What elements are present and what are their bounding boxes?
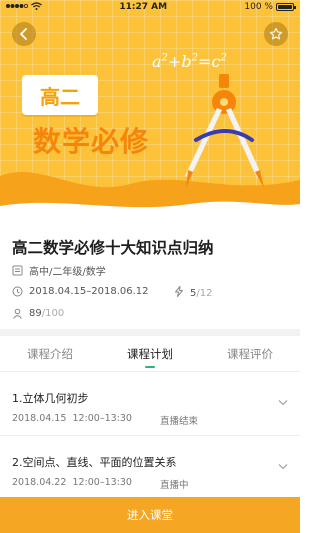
lesson-item[interactable]: 2.空间点、直线、平面的位置关系 2018.04.22 12:00–13:30 …: [0, 437, 300, 500]
lesson-title: 1.立体几何初步: [12, 392, 89, 405]
signal-icon: [6, 2, 28, 12]
lesson-status: 直播中: [160, 480, 189, 491]
chevron-left-icon: [20, 28, 27, 40]
lesson-progress: 5/12: [174, 286, 212, 300]
grade-tag: 高二: [22, 75, 98, 115]
lesson-status: 直播结束: [160, 416, 199, 427]
date-range: 2018.04.15–2018.06.12: [29, 286, 149, 297]
lightning-icon: [174, 286, 184, 300]
lessons-total: /12: [196, 287, 213, 299]
course-tabs: 课程介绍 课程计划 课程评价: [0, 336, 300, 372]
status-bar: 11:27 AM 100 %: [0, 0, 300, 14]
battery-icon: [275, 3, 296, 11]
lesson-time: 12:00–13:30: [72, 477, 132, 488]
lesson-title: 2.空间点、直线、平面的位置关系: [12, 456, 177, 469]
lesson-datetime: 2018.04.15 12:00–13:30: [12, 413, 132, 424]
schedule-row: 2018.04.15–2018.06.12: [12, 286, 149, 297]
person-icon: [12, 308, 23, 319]
chevron-down-icon[interactable]: [278, 399, 288, 406]
enrolled-count: 89: [29, 308, 42, 319]
tab-intro[interactable]: 课程介绍: [0, 336, 100, 371]
clock-text: 11:27 AM: [119, 2, 168, 12]
chevron-down-icon[interactable]: [278, 463, 288, 470]
star-icon: [269, 27, 283, 40]
enrolled-capacity: /100: [41, 308, 65, 319]
lesson-date: 2018.04.22: [12, 477, 67, 488]
wifi-icon: [31, 1, 42, 13]
lesson-item[interactable]: 1.立体几何初步 2018.04.15 12:00–13:30 直播结束: [0, 373, 300, 436]
course-title: 高二数学必修十大知识点归纳: [12, 239, 214, 257]
lesson-time: 12:00–13:30: [72, 413, 132, 424]
lesson-date: 2018.04.15: [12, 413, 67, 424]
lesson-datetime: 2018.04.22 12:00–13:30: [12, 477, 132, 488]
pythagorean-formula: a2+b2=c2: [152, 52, 227, 71]
clock-icon: [12, 286, 23, 297]
tab-plan[interactable]: 课程计划: [100, 336, 200, 371]
enter-classroom-button[interactable]: 进入课堂: [0, 497, 300, 533]
section-divider: [0, 329, 300, 336]
course-category: 高中/二年级/数学: [29, 267, 106, 278]
subject-title: 数学必修: [33, 125, 150, 158]
enrollment-row: 89/100: [12, 308, 64, 319]
book-icon: [12, 265, 23, 276]
category-row: 高中/二年级/数学: [12, 263, 106, 278]
favorite-button[interactable]: [264, 22, 288, 46]
tab-reviews[interactable]: 课程评价: [200, 336, 300, 371]
battery-percent: 100 %: [244, 2, 273, 12]
back-button[interactable]: [12, 22, 36, 46]
battery-level-fill: [277, 5, 292, 9]
